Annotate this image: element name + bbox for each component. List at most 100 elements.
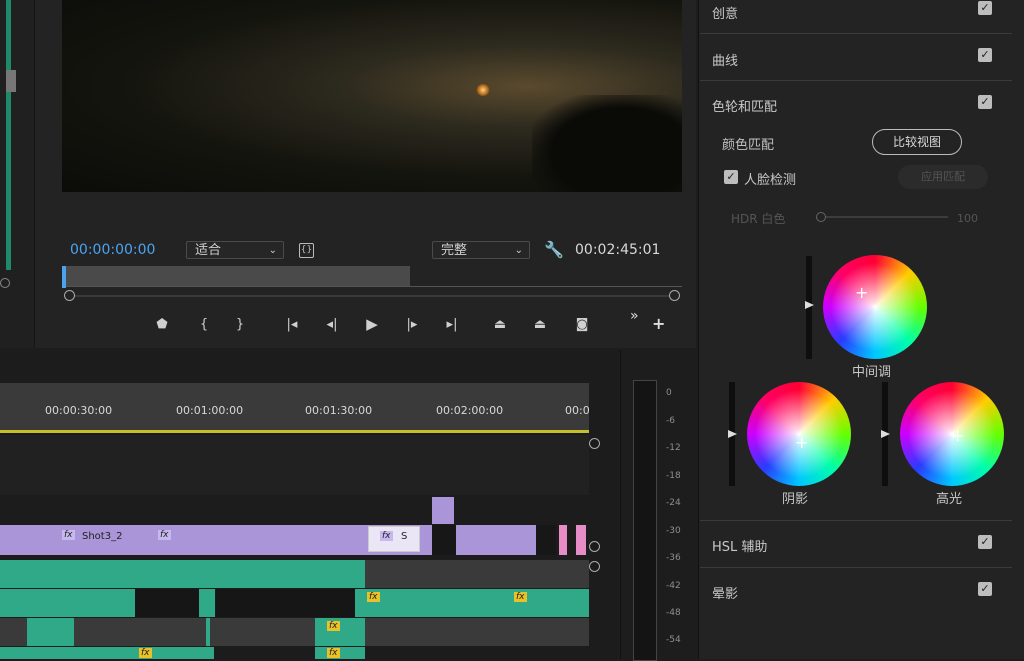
go-to-in-icon[interactable]: |◂ — [281, 313, 303, 335]
scroll-handle[interactable] — [589, 561, 600, 572]
section-color-wheels[interactable]: 色轮和匹配 — [712, 96, 777, 115]
clip-name: S — [401, 531, 408, 542]
scroll-handle[interactable] — [589, 541, 600, 552]
audio-clip[interactable] — [27, 618, 74, 646]
work-area-bar[interactable] — [0, 430, 589, 433]
meter-label: -24 — [666, 498, 681, 508]
checkbox-vignette[interactable]: ✓ — [978, 582, 992, 596]
source-meter-strip — [0, 0, 35, 348]
level-bar — [6, 0, 11, 270]
video-clip[interactable] — [456, 525, 536, 555]
meter-label: -48 — [666, 608, 681, 618]
meter-label: 0 — [666, 388, 672, 398]
mark-out-icon[interactable]: } — [229, 313, 251, 335]
quality-dropdown-value: 完整 — [441, 243, 468, 258]
meter-label: -18 — [666, 471, 681, 481]
go-to-out-icon[interactable]: ▸| — [441, 313, 463, 335]
midtones-wheel[interactable] — [823, 255, 927, 359]
wrench-icon[interactable]: 🔧 — [544, 240, 564, 259]
audio-clip[interactable] — [355, 589, 589, 617]
clip-name: Shot3_2 — [82, 531, 123, 542]
shadows-slider-handle[interactable] — [728, 430, 737, 438]
level-handle[interactable] — [6, 70, 16, 92]
fx-badge: fx — [327, 648, 340, 658]
fx-badge: fx — [380, 531, 393, 541]
fx-badge: fx — [367, 592, 380, 602]
divider — [700, 520, 1012, 521]
safe-margins-icon[interactable]: {} — [299, 243, 314, 258]
checkbox-curves[interactable]: ✓ — [978, 48, 992, 62]
face-detect-label: 人脸检测 — [744, 173, 797, 188]
apply-match-button[interactable]: 应用匹配 — [898, 165, 988, 189]
quality-dropdown[interactable]: 完整 ⌄ — [432, 241, 530, 259]
checkbox-face-detect[interactable]: ✓ — [724, 170, 738, 184]
add-button-icon[interactable]: + — [652, 314, 665, 333]
meter-label: -42 — [666, 581, 681, 591]
playhead[interactable] — [62, 266, 66, 288]
strip-circle[interactable] — [0, 278, 10, 288]
current-timecode[interactable]: 00:00:00:00 — [70, 242, 155, 258]
crosshair-icon: + — [855, 283, 869, 302]
checkbox-creative[interactable]: ✓ — [978, 1, 992, 15]
audio-clip[interactable] — [315, 618, 365, 646]
selected-clip[interactable] — [368, 526, 420, 552]
section-creative[interactable]: 创意 — [712, 3, 738, 22]
compare-view-button[interactable]: 比较视图 — [872, 129, 962, 155]
step-forward-icon[interactable]: |▸ — [401, 313, 423, 335]
video-clip[interactable] — [432, 497, 454, 524]
audio-clip[interactable] — [315, 647, 365, 659]
ruler-label: 00:02:00:00 — [436, 404, 504, 417]
audio-clip[interactable] — [0, 560, 365, 588]
ruler-label: 00:00:30:00 — [45, 404, 113, 417]
crosshair-icon: + — [951, 426, 965, 445]
audio-clip[interactable] — [206, 618, 210, 646]
audio-clip[interactable] — [0, 647, 214, 659]
video-clip[interactable] — [559, 525, 567, 555]
time-ruler-line — [62, 286, 682, 287]
foreground-foliage — [532, 95, 682, 192]
hdr-white-slider[interactable] — [822, 216, 948, 218]
divider — [700, 567, 1012, 568]
marker-icon[interactable]: ⬟ — [151, 313, 173, 335]
checkbox-hsl[interactable]: ✓ — [978, 535, 992, 549]
lift-icon[interactable]: ⏏ — [489, 313, 511, 335]
fx-badge: fx — [158, 530, 171, 540]
track-gap — [216, 589, 355, 617]
video-track-2 — [0, 435, 589, 495]
extract-icon[interactable]: ⏏ — [529, 313, 551, 335]
fit-dropdown[interactable]: 适合 ⌄ — [186, 241, 284, 259]
audio-track-empty — [365, 560, 589, 588]
checkbox-color-wheels[interactable]: ✓ — [978, 95, 992, 109]
fx-badge: fx — [514, 592, 527, 602]
play-icon[interactable]: ▶ — [361, 313, 383, 335]
video-preview — [62, 0, 682, 192]
section-curves[interactable]: 曲线 — [712, 50, 738, 69]
chevron-down-icon: ⌄ — [514, 245, 523, 256]
zoom-handle-left[interactable] — [64, 290, 75, 301]
section-vignette[interactable]: 晕影 — [712, 583, 738, 602]
hdr-white-slider-handle[interactable] — [816, 212, 826, 222]
audio-clip[interactable] — [199, 589, 215, 617]
section-hsl[interactable]: HSL 辅助 — [712, 536, 767, 555]
mark-in-icon[interactable]: { — [193, 313, 215, 335]
step-back-icon[interactable]: ◂| — [321, 313, 343, 335]
zoom-bar[interactable] — [64, 295, 676, 297]
scroll-handle[interactable] — [589, 438, 600, 449]
chevron-down-icon: ⌄ — [268, 245, 277, 256]
shadows-label: 阴影 — [782, 492, 809, 507]
fit-dropdown-value: 适合 — [195, 243, 222, 258]
audio-meter-bar — [633, 380, 657, 661]
video-clip[interactable] — [576, 525, 586, 555]
more-controls-icon[interactable]: » — [630, 308, 639, 324]
track-gap — [432, 525, 456, 555]
audio-meter-panel — [620, 350, 697, 659]
midtones-slider-handle[interactable] — [805, 301, 814, 309]
in-out-range[interactable] — [62, 266, 410, 286]
zoom-handle-right[interactable] — [669, 290, 680, 301]
highlights-slider-handle[interactable] — [881, 430, 890, 438]
camera-icon[interactable]: ◙ — [571, 313, 593, 335]
duration-timecode: 00:02:45:01 — [575, 242, 661, 258]
fx-badge: fx — [139, 648, 152, 658]
audio-clip[interactable] — [0, 589, 135, 617]
track-gap — [536, 525, 556, 555]
